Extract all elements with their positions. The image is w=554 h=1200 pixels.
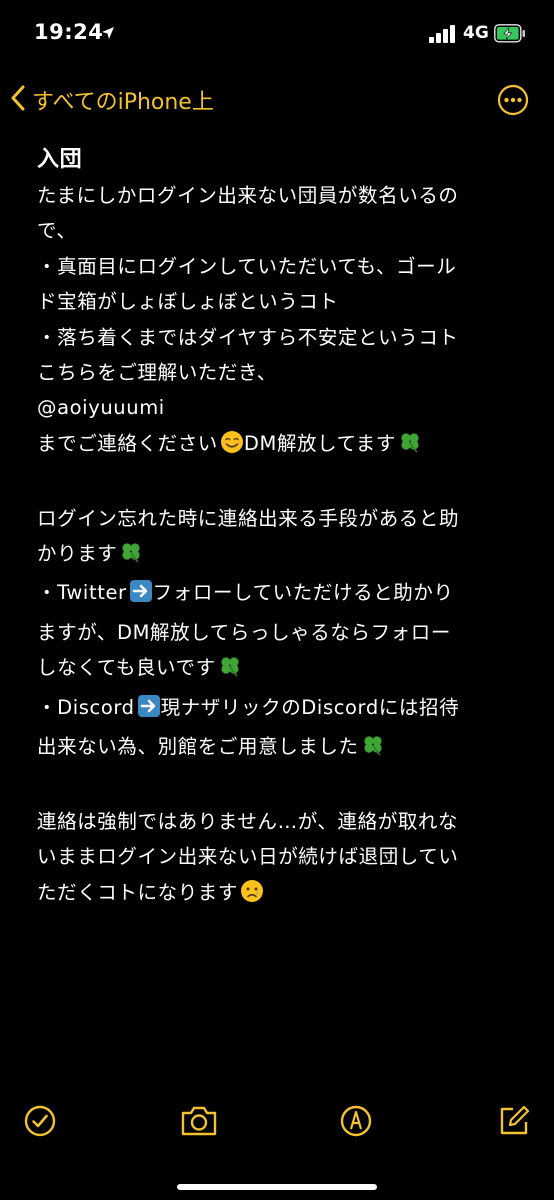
note-line: 連絡は強制ではありません…が、連絡が取れな (37, 809, 459, 833)
battery-charging-icon (494, 24, 526, 43)
note-line: ・真面目にログインしていただいても、ゴール (37, 254, 457, 278)
camera-button[interactable] (180, 1103, 218, 1139)
checklist-button[interactable] (22, 1103, 58, 1139)
camera-icon (180, 1106, 218, 1143)
status-time: 19:24 (34, 20, 104, 44)
more-button[interactable] (497, 84, 529, 116)
note-line: たまにしかログイン出来ない団員が数名いるの (37, 184, 459, 207)
four-leaf-clover-icon (398, 430, 422, 465)
note-line-text: 出来ない為、別館をご用意しました (37, 735, 359, 759)
note-line: までご連絡ください DM解放してます (37, 426, 525, 465)
home-indicator[interactable] (177, 1184, 377, 1190)
status-bar: 19:24 4G (0, 0, 554, 66)
note-line-text: しなくても良いです (37, 656, 216, 680)
note-body[interactable]: 入団 たまにしかログイン出来ない団員が数名いるの で、 ・真面目にログインしてい… (37, 142, 525, 914)
chevron-left-icon (10, 85, 26, 115)
note-line-text: ・Twitter (37, 581, 127, 605)
note-line: で、 (37, 219, 77, 243)
note-title: 入団 (37, 147, 83, 172)
note-line-text: DM解放してます (243, 431, 396, 455)
note-line-text: ただくコトになります (37, 880, 239, 904)
crying-face-icon (240, 879, 264, 914)
note-line: ・落ち着くまではダイヤすら不安定というコト (37, 325, 459, 349)
four-leaf-clover-icon (218, 654, 242, 689)
note-line: ただくコトになります (37, 875, 525, 914)
note-line-text: ・Discord (37, 695, 135, 719)
mention-text: @aoiyuuumi (37, 396, 165, 420)
compose-icon (496, 1105, 532, 1143)
note-line: いままログイン出来ない日が続けば退団してい (37, 845, 459, 869)
right-arrow-icon (137, 694, 161, 729)
markup-button[interactable] (338, 1103, 374, 1139)
note-line: ログイン忘れた時に連絡出来る手段があると助 (37, 506, 460, 530)
network-type: 4G (463, 23, 489, 43)
note-line: ・Discord 現ナザリックのDiscordには招待 (37, 690, 525, 729)
note-line: しなくても良いです (37, 650, 525, 689)
back-label: すべてのiPhone上 (32, 90, 214, 115)
four-leaf-clover-icon (119, 540, 143, 575)
note-line: ド宝箱がしょぼしょぼというコト (37, 290, 339, 314)
ellipsis-circle-icon (497, 84, 529, 120)
note-line: ますが、DM解放してらっしゃるならフォロー (37, 620, 451, 644)
note-line: かります (37, 536, 525, 575)
markup-pen-icon (338, 1105, 374, 1143)
note-line-text: かります (37, 542, 118, 566)
smiling-face-icon (220, 430, 244, 465)
cellular-signal-icon (429, 25, 457, 43)
location-arrow-icon (101, 25, 115, 44)
checklist-icon (22, 1105, 58, 1143)
compose-button[interactable] (496, 1103, 532, 1139)
four-leaf-clover-icon (361, 733, 385, 768)
note-line: ・Twitter フォローしていただけると助かり (37, 575, 525, 614)
back-button[interactable]: すべてのiPhone上 (10, 80, 214, 120)
note-line-text: フォローしていただけると助かり (152, 581, 454, 605)
note-line: こちらをご理解いただき、 (37, 361, 277, 385)
note-line-text: までご連絡ください (37, 431, 218, 455)
right-arrow-icon (129, 579, 153, 614)
note-line: 出来ない為、別館をご用意しました (37, 729, 525, 768)
note-line-text: 現ナザリックのDiscordには招待 (160, 695, 460, 719)
